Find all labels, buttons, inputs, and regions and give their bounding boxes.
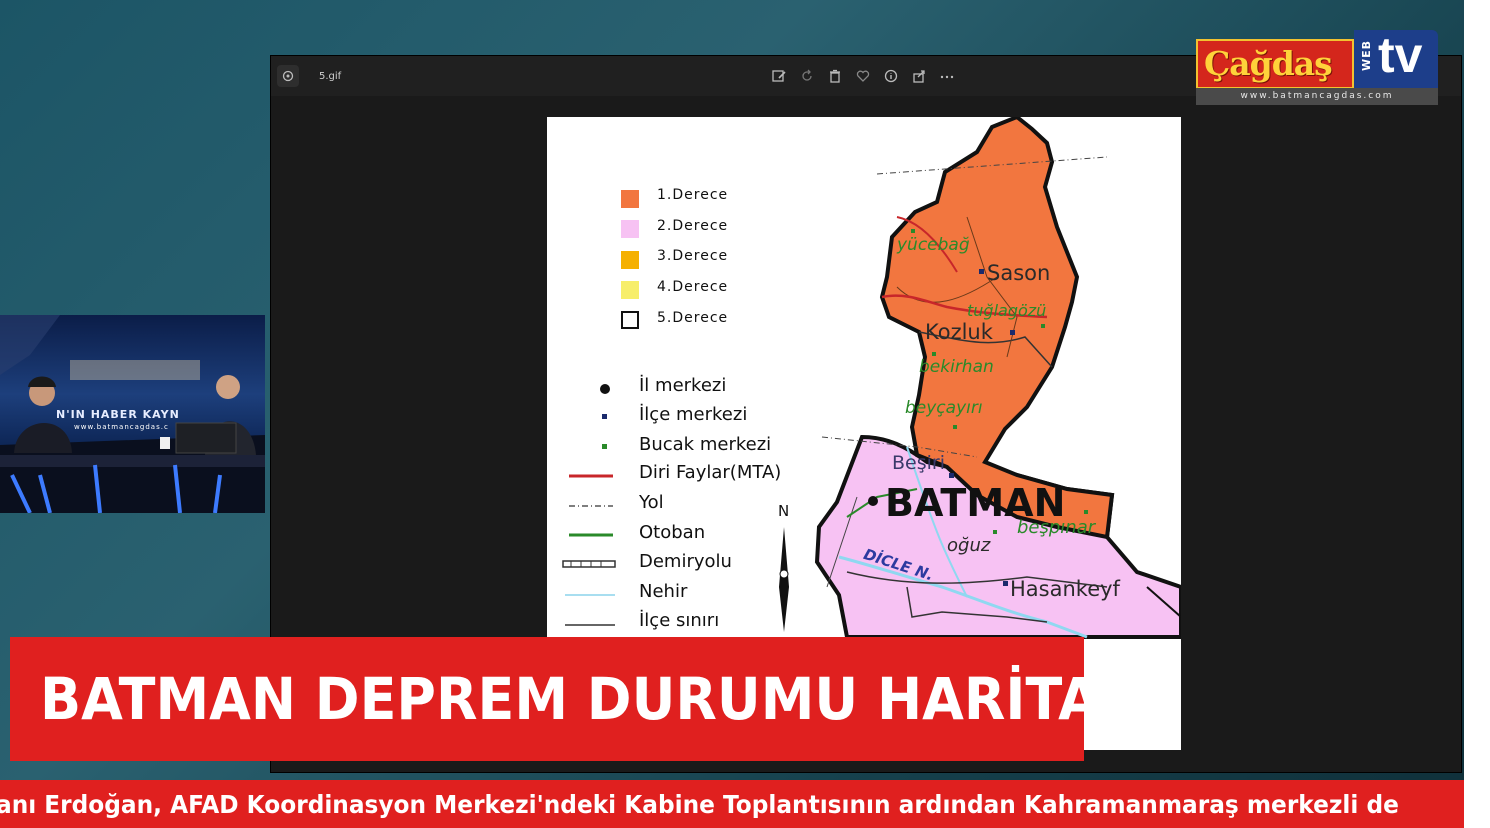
legend-nehir: Nehir [639,581,688,602]
news-ticker: anı Erdoğan, AFAD Koordinasyon Merkezi'n… [0,780,1464,828]
legend-grade-2: 2.Derece [657,218,729,234]
hasankeyf-marker [1003,581,1008,586]
legend-swatch-4 [621,281,639,299]
legend-otoban: Otoban [639,522,706,543]
label-sason: Sason [987,261,1051,285]
logo-tv: tv [1378,27,1423,83]
legend-grade-5: 5.Derece [657,310,729,326]
logo-url: www.batmancagdas.com [1196,88,1438,105]
legend-swatch-1 [621,190,639,208]
legend-grade-3: 3.Derece [657,248,729,264]
legend-grade-4: 4.Derece [657,279,729,295]
rotate-icon[interactable] [799,68,815,84]
title-banner: BATMAN DEPREM DURUMU HARİTASI [10,637,1159,761]
legend-bucak-merkezi: Bucak merkezi [639,434,772,455]
logo-wordmark: Çağdaş [1204,44,1333,83]
legend-swatch-3 [621,251,639,269]
legend-demiryolu: Demiryolu [639,551,732,572]
legend-ilce-siniri: İlçe sınırı [639,610,720,631]
label-beycayiri: beyçayırı [905,398,983,418]
legend-ilce-merkezi: İlçe merkezi [639,404,748,425]
label-kozluk: Kozluk [925,320,993,344]
legend-yol: Yol [639,492,664,513]
ticker-text: anı Erdoğan, AFAD Koordinasyon Merkezi'n… [0,790,1399,819]
legend-diri-faylar: Diri Faylar(MTA) [639,462,782,483]
district-square-symbol [602,414,607,419]
batman-city-dot [868,496,878,506]
logo-tv-box: WEB tv [1354,27,1438,94]
label-bespinar: beşpınar [1017,517,1096,538]
screen-edge [1464,0,1490,828]
legend-swatch-2 [621,220,639,238]
label-yucebag: yücebağ [897,235,970,255]
delete-icon[interactable] [827,68,843,84]
label-bekirhan: bekirhan [919,357,994,377]
north-label: N [778,502,790,520]
favorite-icon[interactable] [855,68,871,84]
more-icon[interactable] [939,68,955,84]
logo-wordmark-box: Çağdaş [1196,39,1354,89]
legend-grade-1: 1.Derece [657,187,729,203]
north-arrow [779,527,789,632]
edit-icon[interactable] [771,68,787,84]
share-icon[interactable] [911,68,927,84]
label-hasankeyf: Hasankeyf [1010,577,1120,601]
studio-backdrop-text: N'IN HABER KAYN [56,408,180,421]
logo-web: WEB [1360,40,1373,72]
file-name: 5.gif [319,71,342,82]
subdistrict-square-symbol [602,444,607,449]
channel-logo: Çağdaş WEB tv www.batmancagdas.com [1196,27,1438,105]
label-oguz: oğuz [947,535,991,556]
sason-marker [979,269,984,274]
city-dot-symbol [600,384,610,394]
legend-swatch-5 [621,311,639,329]
studio-backdrop-url: www.batmancagdas.c [74,423,169,431]
label-besiri: Beşiri [892,452,945,474]
besiri-marker [949,473,954,478]
studio-video-inset: N'IN HABER KAYN www.batmancagdas.c [0,315,265,513]
kozluk-marker [1010,330,1015,335]
legend-il-merkezi: İl merkezi [639,375,727,396]
photos-app-icon[interactable] [277,65,299,87]
banner-title: BATMAN DEPREM DURUMU HARİTASI [40,665,1159,733]
info-icon[interactable] [883,68,899,84]
label-tuglagozu: tuğlagözü [967,301,1047,320]
